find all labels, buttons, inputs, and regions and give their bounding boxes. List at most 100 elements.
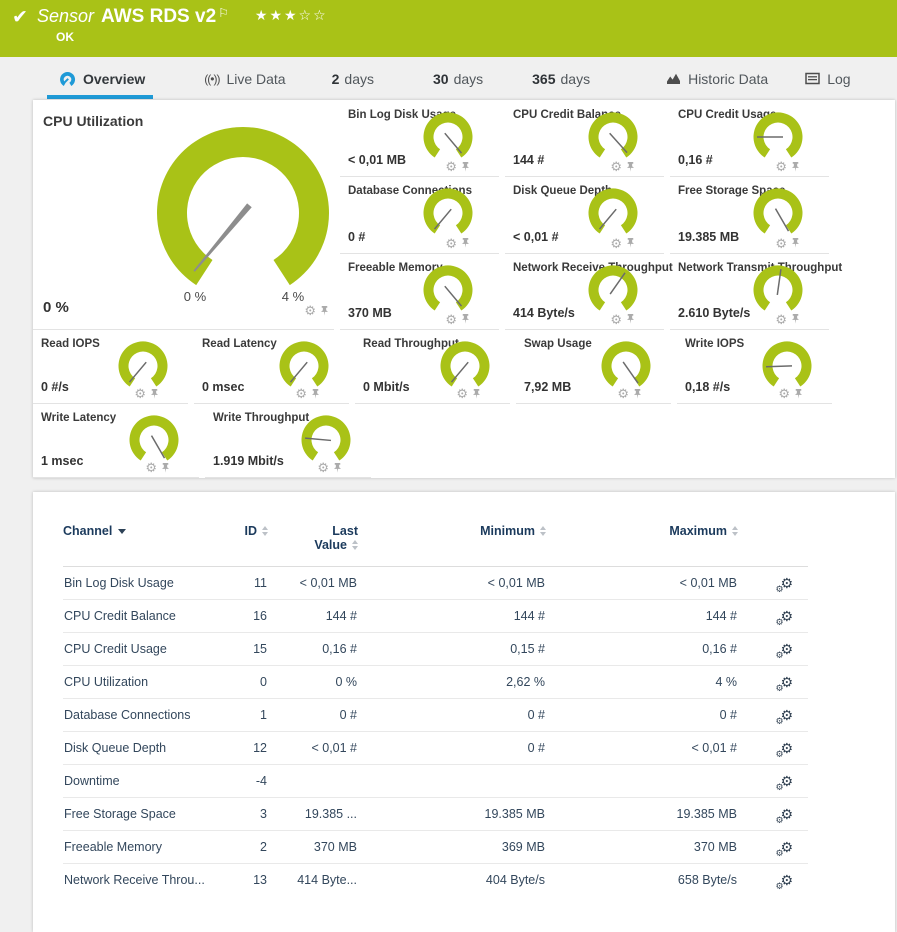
column-header-last-value[interactable]: LastValue	[268, 518, 358, 567]
tab-live-data[interactable]: ((•)) Live Data	[202, 57, 287, 100]
gear-icon[interactable]: ⚙	[778, 387, 790, 400]
table-row[interactable]: CPU Credit Usage 15 0,16 # 0,15 # 0,16 #…	[63, 633, 808, 666]
pin-icon[interactable]	[460, 313, 471, 325]
cpu-utilization-gauge-cell[interactable]: CPU Utilization 0 % 4 % 0 % ⚙	[33, 101, 334, 330]
channel-settings-icon[interactable]: ⚙⚙	[780, 740, 793, 757]
gear-icon[interactable]: ⚙	[610, 313, 622, 326]
pin-icon[interactable]	[790, 237, 801, 249]
channel-name[interactable]: Network Receive Throu...	[63, 864, 238, 897]
channel-settings-icon[interactable]: ⚙⚙	[780, 608, 793, 625]
channel-gauge-cell[interactable]: Free Storage Space 19.385 MB ⚙	[670, 177, 829, 253]
gear-icon[interactable]: ⚙	[610, 237, 622, 250]
channel-settings-icon[interactable]: ⚙⚙	[780, 806, 793, 823]
pin-icon[interactable]	[790, 313, 801, 325]
channel-gauge-cell[interactable]: Freeable Memory 370 MB ⚙	[340, 254, 499, 330]
channel-gauge-cell[interactable]: Bin Log Disk Usage < 0,01 MB ⚙	[340, 101, 499, 177]
pin-icon[interactable]	[793, 388, 804, 400]
gear-icon[interactable]: ⚙	[456, 387, 468, 400]
channel-settings-icon[interactable]: ⚙⚙	[780, 872, 793, 889]
gear-icon[interactable]: ⚙	[304, 304, 316, 317]
table-row[interactable]: Free Storage Space 3 19.385 ... 19.385 M…	[63, 798, 808, 831]
pin-icon[interactable]	[632, 388, 643, 400]
table-row[interactable]: Bin Log Disk Usage 11 < 0,01 MB < 0,01 M…	[63, 567, 808, 600]
pin-icon[interactable]	[790, 161, 801, 173]
channel-minimum: 0 #	[358, 699, 546, 732]
channel-name[interactable]: Disk Queue Depth	[63, 732, 238, 765]
gear-icon[interactable]: ⚙	[775, 313, 787, 326]
pin-icon[interactable]	[625, 313, 636, 325]
channel-name[interactable]: CPU Utilization	[63, 666, 238, 699]
pin-icon[interactable]	[332, 462, 343, 474]
gear-icon[interactable]: ⚙	[445, 237, 457, 250]
column-header-maximum[interactable]: Maximum	[546, 518, 738, 567]
channel-gauge-cell[interactable]: Read Throughput 0 Mbit/s ⚙	[355, 330, 510, 404]
gear-icon[interactable]: ⚙	[445, 313, 457, 326]
channel-settings-icon[interactable]: ⚙⚙	[780, 839, 793, 856]
tab-30-days[interactable]: 30days	[431, 57, 485, 100]
channel-name[interactable]: CPU Credit Balance	[63, 600, 238, 633]
column-header-id[interactable]: ID	[238, 518, 268, 567]
channel-settings-icon[interactable]: ⚙⚙	[780, 575, 793, 592]
pin-icon[interactable]	[310, 388, 321, 400]
tab-365-days[interactable]: 365days	[530, 57, 592, 100]
channel-gauge-cell[interactable]: Write Latency 1 msec ⚙	[33, 404, 199, 478]
channel-settings-icon[interactable]: ⚙⚙	[780, 773, 793, 790]
channel-name[interactable]: CPU Credit Usage	[63, 633, 238, 666]
pin-icon[interactable]	[460, 161, 471, 173]
pin-icon[interactable]	[160, 462, 171, 474]
tab-historic-data[interactable]: Historic Data	[664, 57, 770, 100]
table-row[interactable]: Network Receive Throu... 13 414 Byte... …	[63, 864, 808, 897]
tab-2-days[interactable]: 2days	[330, 57, 376, 100]
gear-icon[interactable]: ⚙	[617, 387, 629, 400]
gear-icon[interactable]: ⚙	[317, 461, 329, 474]
gear-icon[interactable]: ⚙	[295, 387, 307, 400]
gear-icon[interactable]: ⚙	[145, 461, 157, 474]
channel-name[interactable]: Freeable Memory	[63, 831, 238, 864]
table-row[interactable]: Database Connections 1 0 # 0 # 0 # ⚙⚙	[63, 699, 808, 732]
channel-gauge-cell[interactable]: Read Latency 0 msec ⚙	[194, 330, 349, 404]
pin-icon[interactable]	[319, 305, 330, 317]
channel-gauge-cell[interactable]: Network Transmit Throughput 2.610 Byte/s…	[670, 254, 829, 330]
channel-gauge-cell[interactable]: CPU Credit Usage 0,16 # ⚙	[670, 101, 829, 177]
channel-gauge-cell[interactable]: Swap Usage 7,92 MB ⚙	[516, 330, 671, 404]
channel-name[interactable]: Free Storage Space	[63, 798, 238, 831]
pin-icon[interactable]	[149, 388, 160, 400]
channel-gauge-cell[interactable]: Read IOPS 0 #/s ⚙	[33, 330, 188, 404]
gear-icon[interactable]: ⚙	[134, 387, 146, 400]
table-row[interactable]: Disk Queue Depth 12 < 0,01 # 0 # < 0,01 …	[63, 732, 808, 765]
pin-icon[interactable]	[460, 237, 471, 249]
table-row[interactable]: Downtime -4 ⚙⚙	[63, 765, 808, 798]
table-row[interactable]: CPU Utilization 0 0 % 2,62 % 4 % ⚙⚙	[63, 666, 808, 699]
channel-gauge-cell[interactable]: Disk Queue Depth < 0,01 # ⚙	[505, 177, 664, 253]
channel-gauge-cell[interactable]: Write Throughput 1.919 Mbit/s ⚙	[205, 404, 371, 478]
pin-icon[interactable]	[471, 388, 482, 400]
channel-name[interactable]: Bin Log Disk Usage	[63, 567, 238, 600]
table-row[interactable]: CPU Credit Balance 16 144 # 144 # 144 # …	[63, 600, 808, 633]
channel-gauge-cell[interactable]: Write IOPS 0,18 #/s ⚙	[677, 330, 832, 404]
gauges-panel: CPU Utilization 0 % 4 % 0 % ⚙ Bin Log Di…	[33, 100, 895, 478]
channel-last-value: 414 Byte...	[268, 864, 358, 897]
priority-flag-icon[interactable]: ⚐	[218, 6, 229, 20]
gear-icon[interactable]: ⚙	[775, 160, 787, 173]
channel-gauge-cell[interactable]: CPU Credit Balance 144 # ⚙	[505, 101, 664, 177]
channel-name[interactable]: Database Connections	[63, 699, 238, 732]
channel-name[interactable]: Downtime	[63, 765, 238, 798]
star-rating[interactable]: ★★★☆☆	[255, 7, 328, 23]
column-header-channel[interactable]: Channel	[63, 518, 238, 567]
tab-log[interactable]: Log	[803, 57, 852, 100]
channel-settings-icon[interactable]: ⚙⚙	[780, 707, 793, 724]
tab-overview[interactable]: Overview	[57, 57, 147, 100]
channel-settings-icon[interactable]: ⚙⚙	[780, 641, 793, 658]
channel-gauge-cell[interactable]: Network Receive Throughput 414 Byte/s ⚙	[505, 254, 664, 330]
column-header-minimum[interactable]: Minimum	[358, 518, 546, 567]
gear-icon[interactable]: ⚙	[775, 237, 787, 250]
pin-icon[interactable]	[625, 237, 636, 249]
channel-maximum: 4 %	[546, 666, 738, 699]
gear-icon[interactable]: ⚙	[610, 160, 622, 173]
gear-icon[interactable]: ⚙	[445, 160, 457, 173]
pin-icon[interactable]	[625, 161, 636, 173]
channel-gauge-cell[interactable]: Database Connections 0 # ⚙	[340, 177, 499, 253]
channel-maximum: < 0,01 #	[546, 732, 738, 765]
channel-settings-icon[interactable]: ⚙⚙	[780, 674, 793, 691]
table-row[interactable]: Freeable Memory 2 370 MB 369 MB 370 MB ⚙…	[63, 831, 808, 864]
